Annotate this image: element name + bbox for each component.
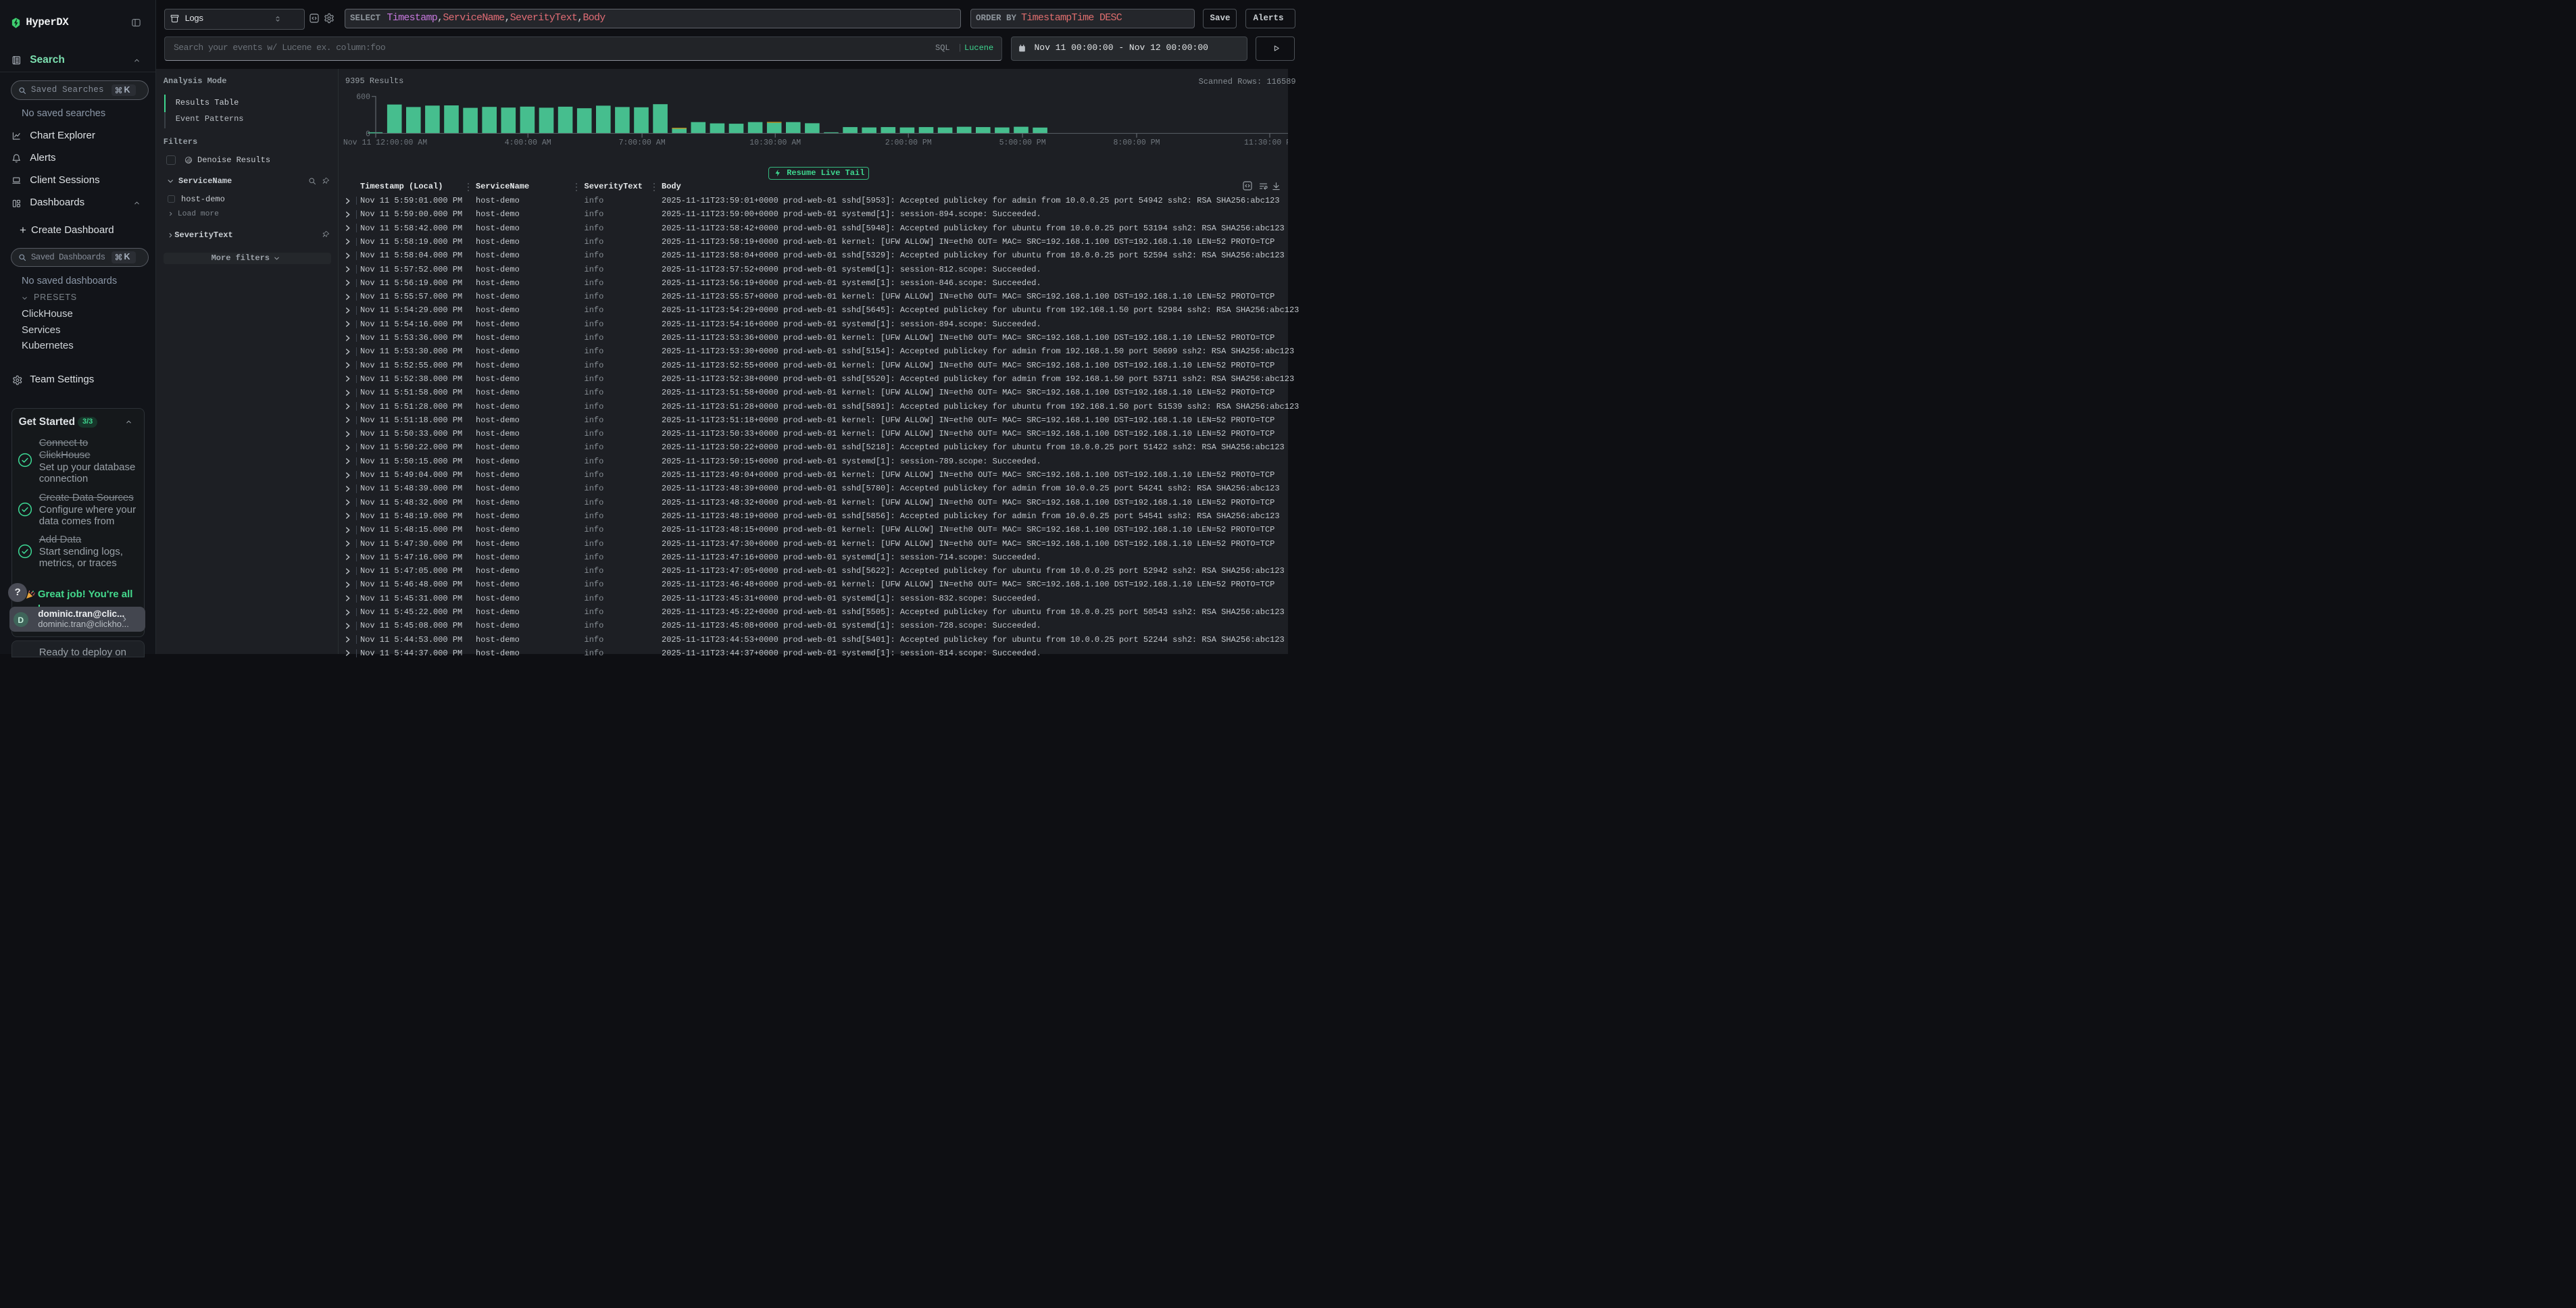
svg-text:600: 600 [356,93,370,102]
svg-text:10:30:00 AM: 10:30:00 AM [749,139,801,147]
svg-text:5:00:00 PM: 5:00:00 PM [999,139,1046,147]
svg-text:11:30:00 PM: 11:30:00 PM [1244,139,1288,147]
svg-text:8:00:00 PM: 8:00:00 PM [1113,139,1160,147]
svg-text:0: 0 [366,130,370,139]
svg-text:4:00:00 AM: 4:00:00 AM [505,139,551,147]
svg-text:7:00:00 AM: 7:00:00 AM [619,139,666,147]
svg-text:2:00:00 PM: 2:00:00 PM [885,139,932,147]
svg-text:Nov 11 12:00:00 AM: Nov 11 12:00:00 AM [343,139,427,147]
